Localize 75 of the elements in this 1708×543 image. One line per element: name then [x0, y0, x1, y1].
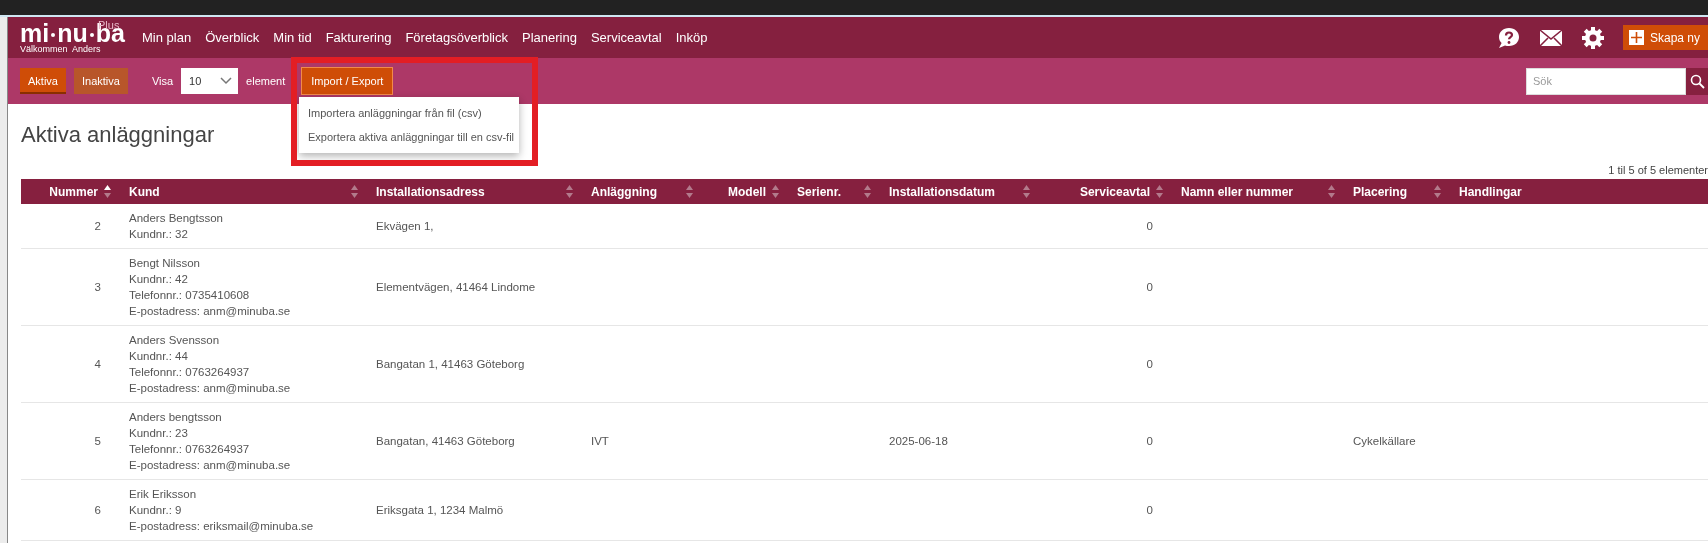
table-cell: 0: [1146, 281, 1153, 293]
nav-link[interactable]: Överblick: [205, 30, 260, 45]
nav-link[interactable]: Fakturering: [325, 30, 392, 45]
column-header[interactable]: Kund: [129, 184, 160, 199]
column-header[interactable]: Handlingar: [1459, 184, 1522, 199]
table-cell: 0: [1146, 358, 1153, 370]
search-button[interactable]: [1686, 67, 1708, 95]
customer-info: E-postadress: anm@minuba.se: [129, 304, 292, 319]
nav-link[interactable]: Företagsöverblick: [405, 30, 508, 45]
greeting-text: Välkommen Anders: [20, 43, 102, 54]
table-cell: 5: [94, 435, 101, 447]
nav-link[interactable]: Min tid: [273, 30, 312, 45]
column-header[interactable]: Serienr.: [797, 184, 842, 199]
column-header[interactable]: Serviceavtal: [1079, 184, 1150, 199]
table-cell: Eriksgata 1, 1234 Malmö: [376, 504, 504, 516]
settings-icon[interactable]: [1580, 25, 1605, 50]
nav-link[interactable]: Inköp: [675, 30, 708, 45]
sort-icon[interactable]: [104, 185, 111, 198]
column-header[interactable]: Anläggning: [591, 184, 657, 199]
customer-info: Anders bengtsson: [129, 410, 223, 425]
column-header[interactable]: Installationsdatum: [889, 184, 995, 199]
table-cell: Elementvägen, 41464 Lindome: [376, 281, 536, 293]
customer-info: E-postadress: anm@minuba.se: [129, 381, 292, 396]
table-cell: 6: [94, 504, 101, 516]
table-cell: Bangatan 1, 41463 Göteborg: [376, 358, 525, 370]
show-label: Visa: [151, 75, 174, 87]
table-cell: Ekvägen 1,: [376, 220, 434, 232]
customer-info: Kundnr.: 44: [129, 349, 189, 364]
nav-link[interactable]: Min plan: [142, 30, 192, 45]
customer-info: Kundnr.: 42: [129, 272, 189, 287]
customer-info: Telefonnr.: 0763264937: [129, 442, 251, 457]
table-cell: 4: [94, 358, 101, 370]
table-cell: IVT: [591, 435, 609, 447]
column-header[interactable]: Namn eller nummer: [1181, 184, 1294, 199]
table-cell: Cykelkällare: [1353, 435, 1416, 447]
customer-info: Telefonnr.: 0763264937: [129, 365, 251, 380]
table-cell: 0: [1146, 504, 1153, 516]
table-cell: 2025-06-18: [889, 435, 948, 447]
customer-info: Erik Eriksson: [129, 487, 198, 502]
mail-icon[interactable]: [1538, 28, 1563, 47]
customer-info: Kundnr.: 32: [129, 227, 189, 242]
customer-info: Kundnr.: 9: [129, 503, 183, 518]
table-cell: 0: [1146, 435, 1153, 447]
customer-info: Kundnr.: 23: [129, 426, 189, 441]
table-cell: 2: [94, 220, 101, 232]
menu-item[interactable]: Exportera aktiva anläggningar till en csv-fil: [299, 125, 519, 149]
table-cell: Bangatan, 41463 Göteborg: [376, 435, 515, 447]
item-count: 1 til 5 of 5 elementer: [1608, 164, 1708, 176]
menu-item[interactable]: Importera anläggningar från fil (csv): [299, 101, 519, 125]
customer-info: E-postadress: eriksmail@minuba.se: [129, 519, 315, 534]
create-button[interactable]: Skapa ny: [1622, 25, 1708, 50]
column-header[interactable]: Placering: [1353, 184, 1408, 199]
element-label: element: [246, 75, 286, 87]
page-title: Aktiva anläggningar: [21, 122, 215, 149]
chevron-icon: [220, 77, 233, 85]
customer-info: Bengt Nilsson: [129, 256, 201, 271]
filter-tab[interactable]: Inaktiva: [73, 68, 128, 94]
customer-info: E-postadress: anm@minuba.se: [129, 458, 292, 473]
page-size-select[interactable]: 10: [181, 68, 239, 94]
plus-icon: [1630, 32, 1642, 43]
import-export-button[interactable]: Import / Export: [302, 68, 393, 94]
filter-tab[interactable]: Aktiva: [20, 68, 66, 94]
search-field[interactable]: Sök: [1526, 67, 1686, 95]
help-icon[interactable]: [1496, 26, 1521, 49]
table-cell: 3: [94, 281, 101, 293]
nav-link[interactable]: Planering: [522, 30, 577, 45]
customer-info: Telefonnr.: 0735410608: [129, 288, 251, 303]
column-header[interactable]: Installationsadress: [376, 184, 485, 199]
nav-link[interactable]: Serviceavtal: [590, 30, 662, 45]
search-icon: [1689, 73, 1705, 89]
table-cell: 0: [1146, 220, 1153, 232]
column-header[interactable]: Modell: [728, 184, 766, 199]
column-header[interactable]: Nummer: [49, 184, 98, 199]
customer-info: Anders Bengtsson: [129, 211, 224, 226]
customer-info: Anders Svensson: [129, 333, 221, 348]
